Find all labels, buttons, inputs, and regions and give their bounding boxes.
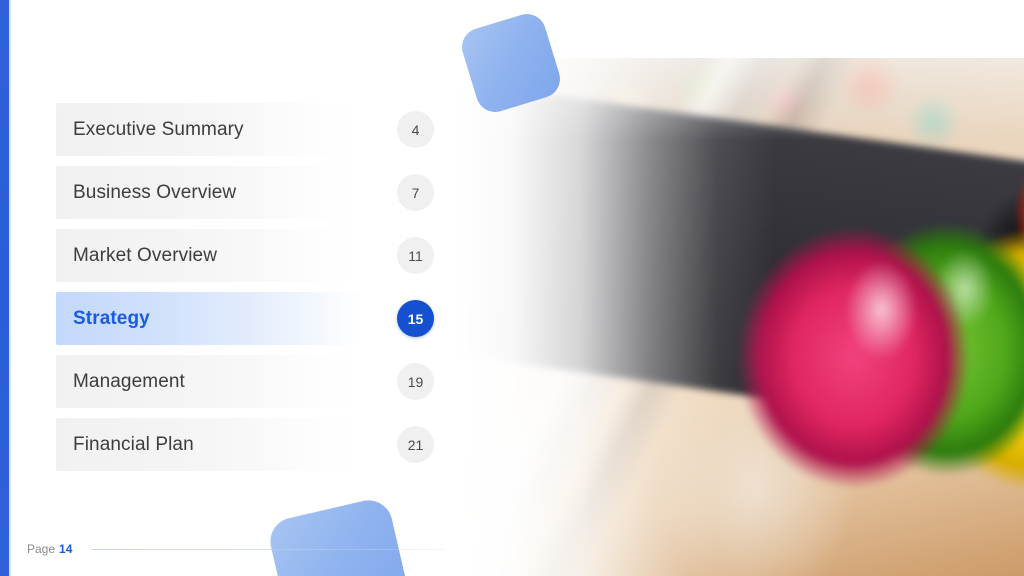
footer-page-number: 14	[59, 542, 73, 556]
toc-item-management[interactable]: Management 19	[56, 355, 436, 408]
toc-item-label: Business Overview	[73, 181, 237, 203]
toc-item-strategy[interactable]: Strategy 15	[56, 292, 436, 345]
toc-page-badge: 4	[397, 111, 434, 148]
toc-page-badge: 21	[397, 426, 434, 463]
toc-page-badge: 7	[397, 174, 434, 211]
left-accent-bar	[0, 0, 12, 576]
decorative-square-bottom	[265, 495, 415, 576]
toc-page-badge: 11	[397, 237, 434, 274]
toc-item-label: Market Overview	[73, 244, 218, 266]
toc-item-business-overview[interactable]: Business Overview 7	[56, 166, 436, 219]
toc-page-badge: 15	[397, 300, 434, 337]
footer-page-label: Page	[27, 542, 56, 556]
toc-page-badge: 19	[397, 363, 434, 400]
table-of-contents: Executive Summary 4 Business Overview 7 …	[56, 103, 436, 481]
toc-item-financial-plan[interactable]: Financial Plan 21	[56, 418, 436, 471]
toc-item-label: Strategy	[73, 307, 150, 329]
toc-item-label: Management	[73, 370, 185, 392]
footer-divider	[92, 548, 445, 550]
toc-item-label: Financial Plan	[73, 433, 194, 455]
bowling-alley-photo	[456, 58, 1024, 576]
slide-footer: Page 14	[27, 542, 445, 556]
slide-canvas: Executive Summary 4 Business Overview 7 …	[0, 0, 1024, 576]
photo-panel	[456, 58, 1024, 576]
toc-item-executive-summary[interactable]: Executive Summary 4	[56, 103, 436, 156]
toc-item-market-overview[interactable]: Market Overview 11	[56, 229, 436, 282]
toc-item-label: Executive Summary	[73, 118, 244, 140]
